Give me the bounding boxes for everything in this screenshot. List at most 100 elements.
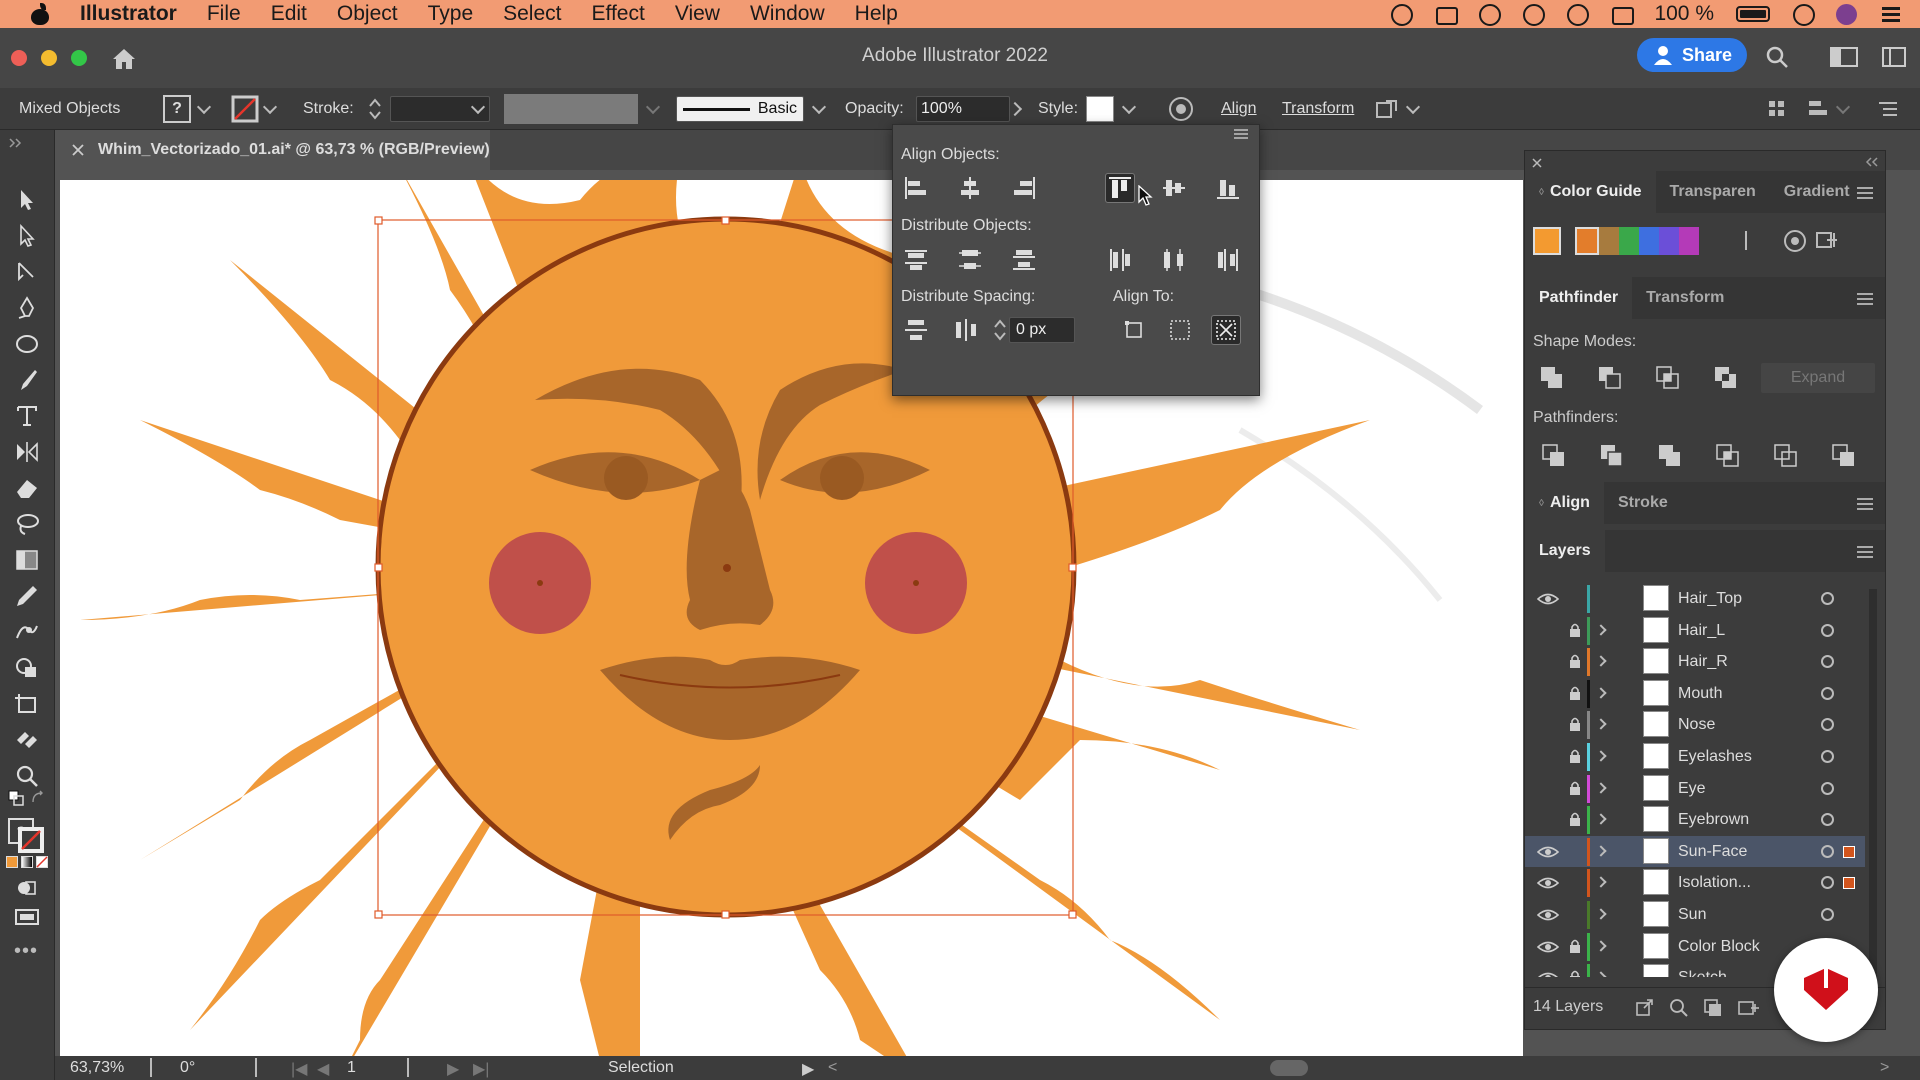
vertical-align-bottom-button[interactable] [1213, 173, 1243, 203]
swap-fill-stroke-icon[interactable] [30, 790, 46, 806]
expand-layer-chevron-icon[interactable] [1595, 971, 1607, 977]
collapse-panel-icon[interactable] [1865, 157, 1879, 167]
transform-panel-link[interactable]: Transform [1282, 88, 1354, 130]
expand-layer-chevron-icon[interactable] [1595, 845, 1607, 857]
target-circle-icon[interactable] [1821, 655, 1834, 669]
expand-layer-chevron-icon[interactable] [1595, 908, 1607, 920]
stroke-swatch-none[interactable] [231, 95, 259, 123]
merge-button[interactable] [1657, 443, 1683, 469]
pen-tool[interactable] [13, 296, 41, 320]
expand-layer-chevron-icon[interactable] [1595, 750, 1607, 762]
horizontal-distribute-space-button[interactable] [951, 315, 981, 345]
gradient-mode-icon[interactable] [21, 856, 33, 868]
menu-window[interactable]: Window [750, 2, 825, 26]
save-color-group-icon[interactable] [1815, 229, 1839, 251]
align-options-icon[interactable] [1807, 99, 1831, 119]
menu-object[interactable]: Object [337, 2, 398, 26]
graphic-style-swatch[interactable] [1086, 96, 1114, 122]
layer-row[interactable]: Mouth [1525, 678, 1865, 709]
menu-help[interactable]: Help [855, 2, 898, 26]
lock-icon[interactable] [1569, 717, 1581, 732]
edit-toolbar-icon[interactable]: ••• [14, 940, 38, 963]
control-center-icon[interactable] [1880, 4, 1902, 24]
arrange-grid-icon[interactable] [1767, 99, 1787, 119]
spacing-value-input[interactable]: 0 px [1009, 317, 1075, 343]
stroke-color-none[interactable] [18, 827, 44, 853]
artboard-number[interactable]: 1 [347, 1059, 356, 1077]
artboard-tool[interactable] [13, 692, 41, 716]
layer-name[interactable]: Hair_L [1678, 622, 1725, 640]
paintbrush-tool[interactable] [13, 368, 41, 392]
layer-name[interactable]: Eyelashes [1678, 748, 1752, 766]
fill-dropdown-chevron-icon[interactable] [196, 99, 212, 114]
layer-name[interactable]: Hair_R [1678, 653, 1728, 671]
layer-row[interactable]: Hair_Top [1525, 583, 1865, 614]
arrange-documents-icon[interactable] [1882, 47, 1906, 67]
divide-button[interactable] [1541, 443, 1567, 469]
layers-menu-icon[interactable] [1857, 546, 1873, 548]
shape-builder-tool[interactable] [13, 656, 41, 680]
tab-pathfinder[interactable]: Pathfinder [1525, 277, 1633, 319]
selection-tool[interactable] [13, 188, 41, 212]
layer-name[interactable]: Sketch [1678, 969, 1727, 977]
reflect-tool[interactable] [13, 440, 41, 464]
document-tab[interactable]: Whim_Vectorizado_01.ai* @ 63,73 % (RGB/P… [60, 130, 490, 170]
align-popup-menu-icon[interactable] [1233, 127, 1249, 141]
visibility-eye-icon[interactable] [1537, 971, 1559, 977]
collapse-toolbar-icon[interactable] [8, 138, 22, 148]
expand-layer-chevron-icon[interactable] [1595, 655, 1607, 667]
vertical-distribute-space-button[interactable] [901, 315, 931, 345]
layer-row[interactable]: Hair_L [1525, 615, 1865, 646]
edit-colors-icon[interactable] [1783, 229, 1807, 253]
menu-file[interactable]: File [207, 2, 241, 26]
target-circle-icon[interactable] [1821, 876, 1834, 890]
lock-icon[interactable] [1569, 939, 1581, 953]
visibility-toggle-empty[interactable] [1537, 655, 1559, 669]
menu-select[interactable]: Select [503, 2, 561, 26]
screen-mode-icon[interactable] [13, 906, 41, 930]
bluetooth-icon[interactable] [1522, 4, 1546, 26]
minus-front-button[interactable] [1597, 365, 1623, 391]
lock-icon[interactable] [1569, 686, 1581, 700]
target-circle-icon[interactable] [1821, 718, 1834, 732]
close-panel-icon[interactable] [1531, 157, 1543, 169]
outline-button[interactable] [1773, 443, 1799, 469]
battery-icon[interactable] [1736, 6, 1770, 22]
default-fill-stroke-icon[interactable] [8, 790, 24, 806]
horizontal-distribute-right-button[interactable] [1213, 245, 1243, 275]
target-circle-icon[interactable] [1821, 623, 1834, 637]
layer-name[interactable]: Nose [1678, 716, 1715, 734]
horizontal-align-center-button[interactable] [955, 173, 985, 203]
group-selection-tool[interactable] [13, 260, 41, 284]
symbol-sprayer-tool[interactable] [13, 728, 41, 752]
layer-name[interactable]: Sun-Face [1678, 843, 1747, 861]
layer-name[interactable]: Color Block [1678, 938, 1760, 956]
isolate-object-icon[interactable] [1374, 97, 1400, 121]
layer-row[interactable]: Eye [1525, 773, 1865, 804]
layer-row[interactable]: Hair_R [1525, 646, 1865, 677]
target-circle-icon[interactable] [1821, 908, 1834, 921]
workspace-switcher-icon[interactable] [1830, 47, 1858, 67]
visibility-toggle-empty[interactable] [1537, 718, 1559, 732]
none-mode-icon[interactable] [36, 856, 48, 868]
color-mode-icon[interactable] [6, 856, 18, 868]
layer-name[interactable]: Hair_Top [1678, 590, 1742, 608]
rotation-dropdown-icon[interactable] [255, 1058, 257, 1077]
pathfinder-menu-icon[interactable] [1857, 293, 1873, 295]
tab-color-guide[interactable]: ◊ Color Guide [1525, 171, 1656, 213]
first-artboard-icon[interactable]: |◀ [291, 1059, 307, 1079]
wifi-icon[interactable] [1566, 4, 1590, 26]
align-options-dropdown-icon[interactable] [1835, 99, 1851, 114]
graphic-style-dropdown-icon[interactable] [1121, 99, 1137, 114]
intersect-button[interactable] [1655, 365, 1681, 391]
menu-edit[interactable]: Edit [271, 2, 307, 26]
brush-definition[interactable]: Basic [676, 96, 804, 122]
spacing-stepper[interactable] [993, 317, 1007, 343]
target-circle-icon[interactable] [1821, 813, 1834, 827]
visibility-eye-icon[interactable] [1537, 940, 1559, 954]
tab-transparency[interactable]: Transparen [1656, 171, 1770, 213]
layer-row[interactable]: Nose [1525, 709, 1865, 740]
layer-name[interactable]: Eyebrown [1678, 811, 1749, 829]
expand-layer-chevron-icon[interactable] [1595, 939, 1607, 952]
stroke-dropdown-chevron-icon[interactable] [262, 99, 278, 114]
